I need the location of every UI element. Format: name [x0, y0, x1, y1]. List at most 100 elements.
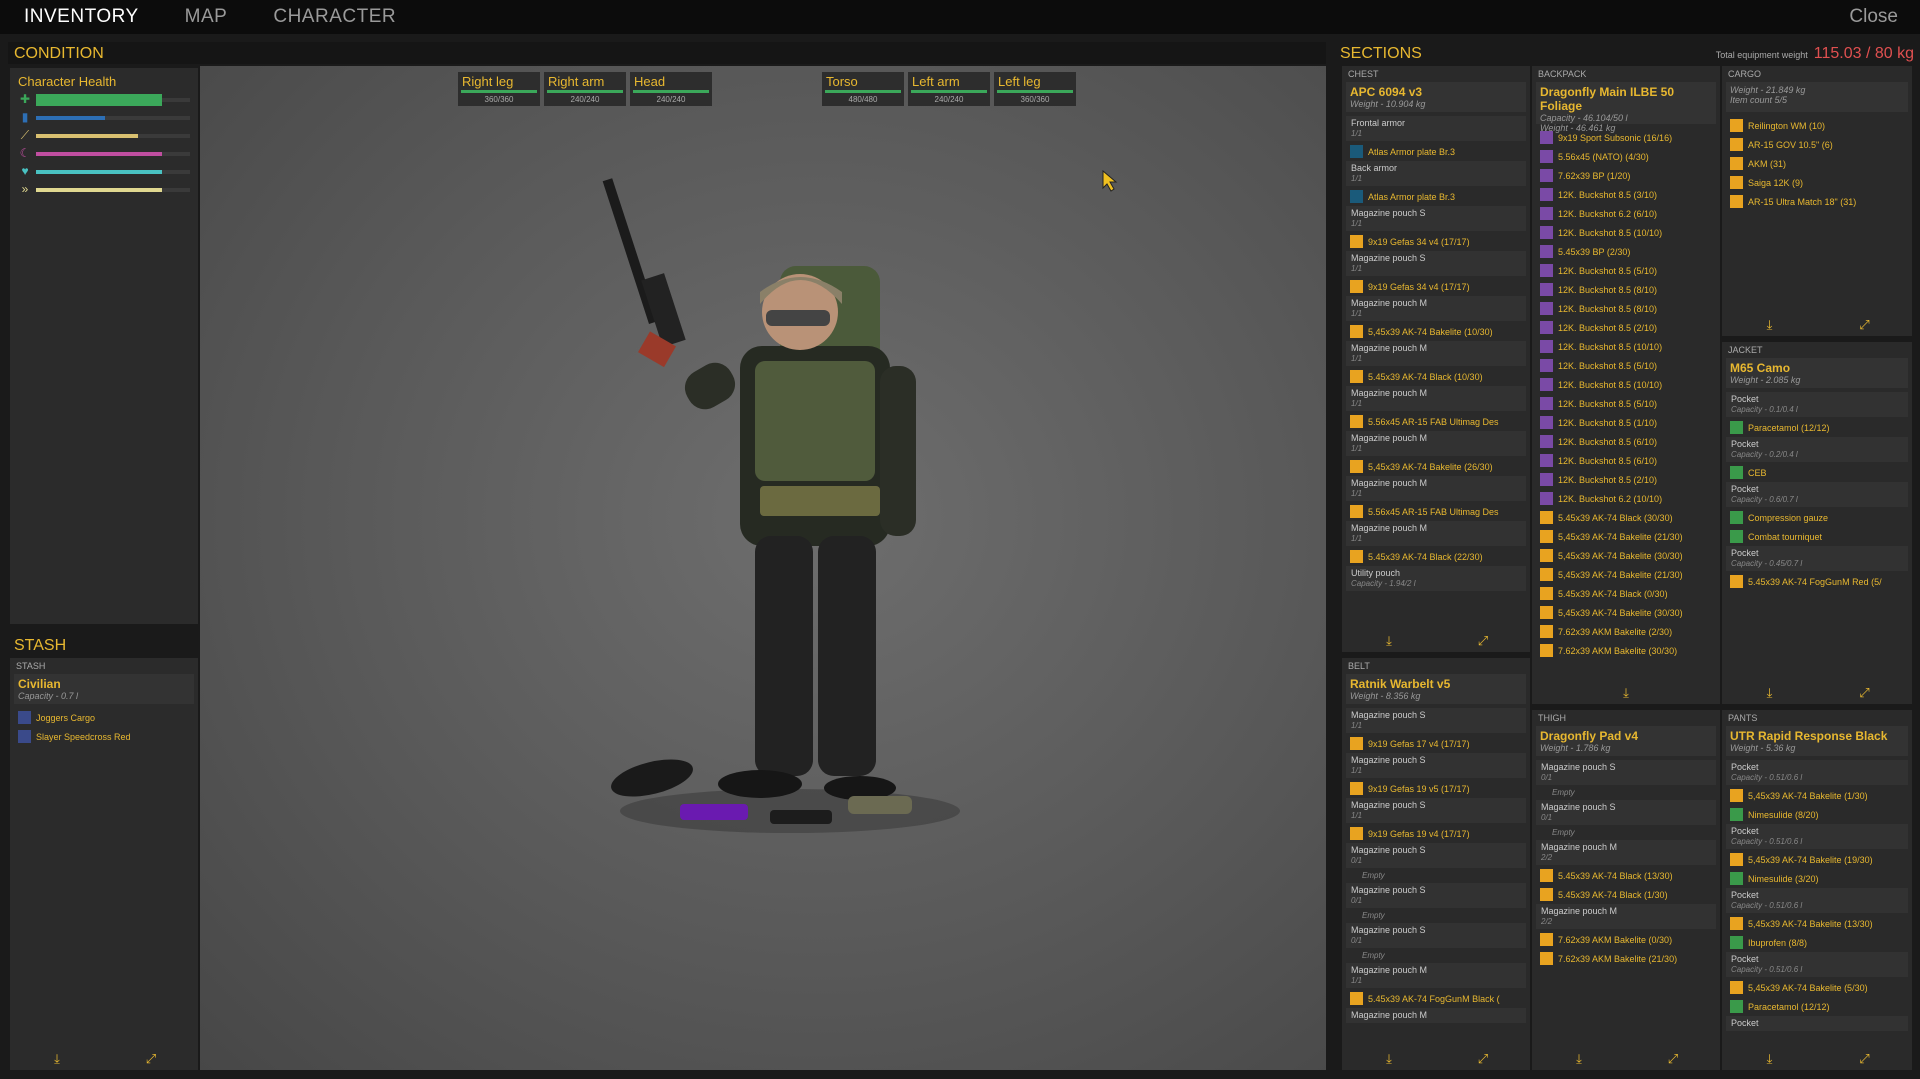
body-part-head[interactable]: Head 240/240	[630, 72, 712, 106]
inventory-item[interactable]: Atlas Armor plate Br.3	[1346, 187, 1526, 206]
inventory-item[interactable]: 12K. Buckshot 8.5 (6/10)	[1536, 432, 1716, 451]
inventory-item[interactable]: 5,45x39 AK-74 Bakelite (21/30)	[1536, 527, 1716, 546]
pocket-slot[interactable]: Pocket Capacity - 0.45/0.7 l	[1726, 546, 1908, 571]
expand-icon[interactable]: ⤢	[1817, 314, 1912, 336]
inventory-item[interactable]: 9x19 Gefas 34 v4 (17/17)	[1346, 277, 1526, 296]
inventory-item[interactable]: 9x19 Gefas 34 v4 (17/17)	[1346, 232, 1526, 251]
pocket-slot[interactable]: Pocket Capacity - 0.51/0.6 l	[1726, 760, 1908, 785]
tab-inventory[interactable]: INVENTORY	[24, 6, 139, 28]
equipment-slot[interactable]: Magazine pouch S 1/1	[1346, 251, 1526, 276]
inventory-item[interactable]: 12K. Buckshot 8.5 (10/10)	[1536, 337, 1716, 356]
inventory-item[interactable]: Saiga 12K (9)	[1726, 173, 1908, 192]
inventory-item[interactable]: 5,45x39 AK-74 Bakelite (1/30)	[1726, 786, 1908, 805]
inventory-item[interactable]: CEB	[1726, 463, 1908, 482]
close-button[interactable]: Close	[1849, 6, 1898, 28]
inventory-item[interactable]: AR-15 GOV 10.5" (6)	[1726, 135, 1908, 154]
expand-icon[interactable]: ⤢	[1817, 1048, 1912, 1070]
pocket-slot[interactable]: Pocket	[1726, 1016, 1908, 1031]
inventory-item[interactable]: 12K. Buckshot 8.5 (8/10)	[1536, 299, 1716, 318]
equipment-slot[interactable]: Magazine pouch M 1/1	[1346, 476, 1526, 501]
pocket-slot[interactable]: Pocket Capacity - 0.51/0.6 l	[1726, 952, 1908, 977]
inventory-item[interactable]: 9x19 Gefas 19 v4 (17/17)	[1346, 824, 1526, 843]
inventory-item[interactable]: Paracetamol (12/12)	[1726, 997, 1908, 1016]
inventory-item[interactable]: 5,45x39 AK-74 Bakelite (13/30)	[1726, 914, 1908, 933]
chest-container[interactable]: APC 6094 v3 Weight - 10.904 kg	[1346, 82, 1526, 112]
inventory-item[interactable]: 7.62x39 AKM Bakelite (21/30)	[1536, 949, 1716, 968]
inventory-item[interactable]: 5.56x45 AR-15 FAB Ultimag Des	[1346, 412, 1526, 431]
stash-container[interactable]: Civilian Capacity - 0.7 l	[14, 674, 194, 704]
inventory-item[interactable]: 5,45x39 AK-74 Bakelite (21/30)	[1536, 565, 1716, 584]
inventory-item[interactable]: 5,45x39 AK-74 Bakelite (26/30)	[1346, 457, 1526, 476]
drop-icon[interactable]: ⤓	[1532, 1048, 1626, 1070]
body-part-right-leg[interactable]: Right leg 360/360	[458, 72, 540, 106]
inventory-item[interactable]: 12K. Buckshot 8.5 (2/10)	[1536, 318, 1716, 337]
expand-icon[interactable]: ⤢	[1436, 630, 1530, 652]
jacket-container[interactable]: M65 Camo Weight - 2.085 kg	[1726, 358, 1908, 388]
body-part-left-arm[interactable]: Left arm 240/240	[908, 72, 990, 106]
inventory-item[interactable]: 9x19 Gefas 17 v4 (17/17)	[1346, 734, 1526, 753]
inventory-item[interactable]: 5.45x39 AK-74 Black (30/30)	[1536, 508, 1716, 527]
pocket-slot[interactable]: Pocket Capacity - 0.1/0.4 l	[1726, 392, 1908, 417]
inventory-item[interactable]: Ibuprofen (8/8)	[1726, 933, 1908, 952]
inventory-item[interactable]: 5.56x45 AR-15 FAB Ultimag Des	[1346, 502, 1526, 521]
body-part-right-arm[interactable]: Right arm 240/240	[544, 72, 626, 106]
belt-container[interactable]: Ratnik Warbelt v5 Weight - 8.356 kg	[1346, 674, 1526, 704]
drop-icon[interactable]: ⤓	[1342, 1048, 1436, 1070]
equipment-slot[interactable]: Utility pouch Capacity - 1.94/2 l	[1346, 566, 1526, 591]
pocket-slot[interactable]: Pocket Capacity - 0.51/0.6 l	[1726, 888, 1908, 913]
tab-character[interactable]: CHARACTER	[273, 6, 396, 28]
drop-icon[interactable]: ⤓	[1342, 630, 1436, 652]
pocket-slot[interactable]: Pocket Capacity - 0.6/0.7 l	[1726, 482, 1908, 507]
inventory-item[interactable]: 12K. Buckshot 8.5 (6/10)	[1536, 451, 1716, 470]
inventory-item[interactable]: 5.45x39 AK-74 FogGunM Red (5/	[1726, 572, 1908, 591]
equipment-slot[interactable]: Magazine pouch M 2/2	[1536, 904, 1716, 929]
equipment-slot[interactable]: Magazine pouch S 1/1	[1346, 753, 1526, 778]
drop-icon[interactable]: ⤓	[1722, 1048, 1817, 1070]
inventory-item[interactable]: 12K. Buckshot 8.5 (8/10)	[1536, 280, 1716, 299]
inventory-item[interactable]: 7.62x39 AKM Bakelite (0/30)	[1536, 930, 1716, 949]
inventory-item[interactable]: 5.45x39 AK-74 Black (1/30)	[1536, 885, 1716, 904]
inventory-item[interactable]: 12K. Buckshot 8.5 (5/10)	[1536, 261, 1716, 280]
inventory-item[interactable]: 5,45x39 AK-74 Bakelite (30/30)	[1536, 603, 1716, 622]
equipment-slot[interactable]: Magazine pouch S 0/1	[1536, 760, 1716, 785]
drop-icon[interactable]: ⤓	[1722, 314, 1817, 336]
body-part-left-leg[interactable]: Left leg 360/360	[994, 72, 1076, 106]
inventory-item[interactable]: 5.45x39 AK-74 Black (10/30)	[1346, 367, 1526, 386]
equipment-slot[interactable]: Magazine pouch M 2/2	[1536, 840, 1716, 865]
drop-icon[interactable]: ⤓	[1722, 682, 1817, 704]
tab-map[interactable]: MAP	[185, 6, 228, 28]
inventory-item[interactable]: 7.62x39 AKM Bakelite (2/30)	[1536, 622, 1716, 641]
inventory-item[interactable]: Joggers Cargo	[14, 708, 194, 727]
inventory-item[interactable]: 5.45x39 AK-74 FogGunM Black (	[1346, 989, 1526, 1008]
inventory-item[interactable]: 5.45x39 AK-74 Black (13/30)	[1536, 866, 1716, 885]
equipment-slot[interactable]: Magazine pouch S 0/1	[1346, 843, 1526, 868]
inventory-item[interactable]: Paracetamol (12/12)	[1726, 418, 1908, 437]
inventory-item[interactable]: 5.56x45 (NATO) (4/30)	[1536, 147, 1716, 166]
equipment-slot[interactable]: Magazine pouch S 0/1	[1346, 923, 1526, 948]
expand-icon[interactable]: ⤢	[1817, 682, 1912, 704]
inventory-item[interactable]: 9x19 Sport Subsonic (16/16)	[1536, 128, 1716, 147]
equipment-slot[interactable]: Back armor 1/1	[1346, 161, 1526, 186]
equipment-slot[interactable]: Magazine pouch S 1/1	[1346, 798, 1526, 823]
inventory-item[interactable]: Nimesulide (3/20)	[1726, 869, 1908, 888]
inventory-item[interactable]: 7.62x39 AKM Bakelite (30/30)	[1536, 641, 1716, 660]
inventory-item[interactable]: Nimesulide (8/20)	[1726, 805, 1908, 824]
inventory-item[interactable]: 12K. Buckshot 8.5 (10/10)	[1536, 375, 1716, 394]
equipment-slot[interactable]: Magazine pouch M 1/1	[1346, 963, 1526, 988]
pocket-slot[interactable]: Pocket Capacity - 0.51/0.6 l	[1726, 824, 1908, 849]
drop-icon[interactable]: ⤓	[1532, 682, 1720, 704]
inventory-item[interactable]: 7.62x39 BP (1/20)	[1536, 166, 1716, 185]
thigh-container[interactable]: Dragonfly Pad v4 Weight - 1.786 kg	[1536, 726, 1716, 756]
expand-icon[interactable]: ⤢	[104, 1048, 198, 1070]
inventory-item[interactable]: Combat tourniquet	[1726, 527, 1908, 546]
character-viewport[interactable]	[200, 66, 1326, 1070]
inventory-item[interactable]: 12K. Buckshot 8.5 (1/10)	[1536, 413, 1716, 432]
inventory-item[interactable]: 12K. Buckshot 8.5 (10/10)	[1536, 223, 1716, 242]
equipment-slot[interactable]: Magazine pouch S 1/1	[1346, 708, 1526, 733]
inventory-item[interactable]: 5,45x39 AK-74 Bakelite (5/30)	[1726, 978, 1908, 997]
inventory-item[interactable]: Atlas Armor plate Br.3	[1346, 142, 1526, 161]
pants-container[interactable]: UTR Rapid Response Black Weight - 5.36 k…	[1726, 726, 1908, 756]
equipment-slot[interactable]: Magazine pouch S 0/1	[1536, 800, 1716, 825]
inventory-item[interactable]: 5.45x39 AK-74 Black (0/30)	[1536, 584, 1716, 603]
inventory-item[interactable]: 9x19 Gefas 19 v5 (17/17)	[1346, 779, 1526, 798]
